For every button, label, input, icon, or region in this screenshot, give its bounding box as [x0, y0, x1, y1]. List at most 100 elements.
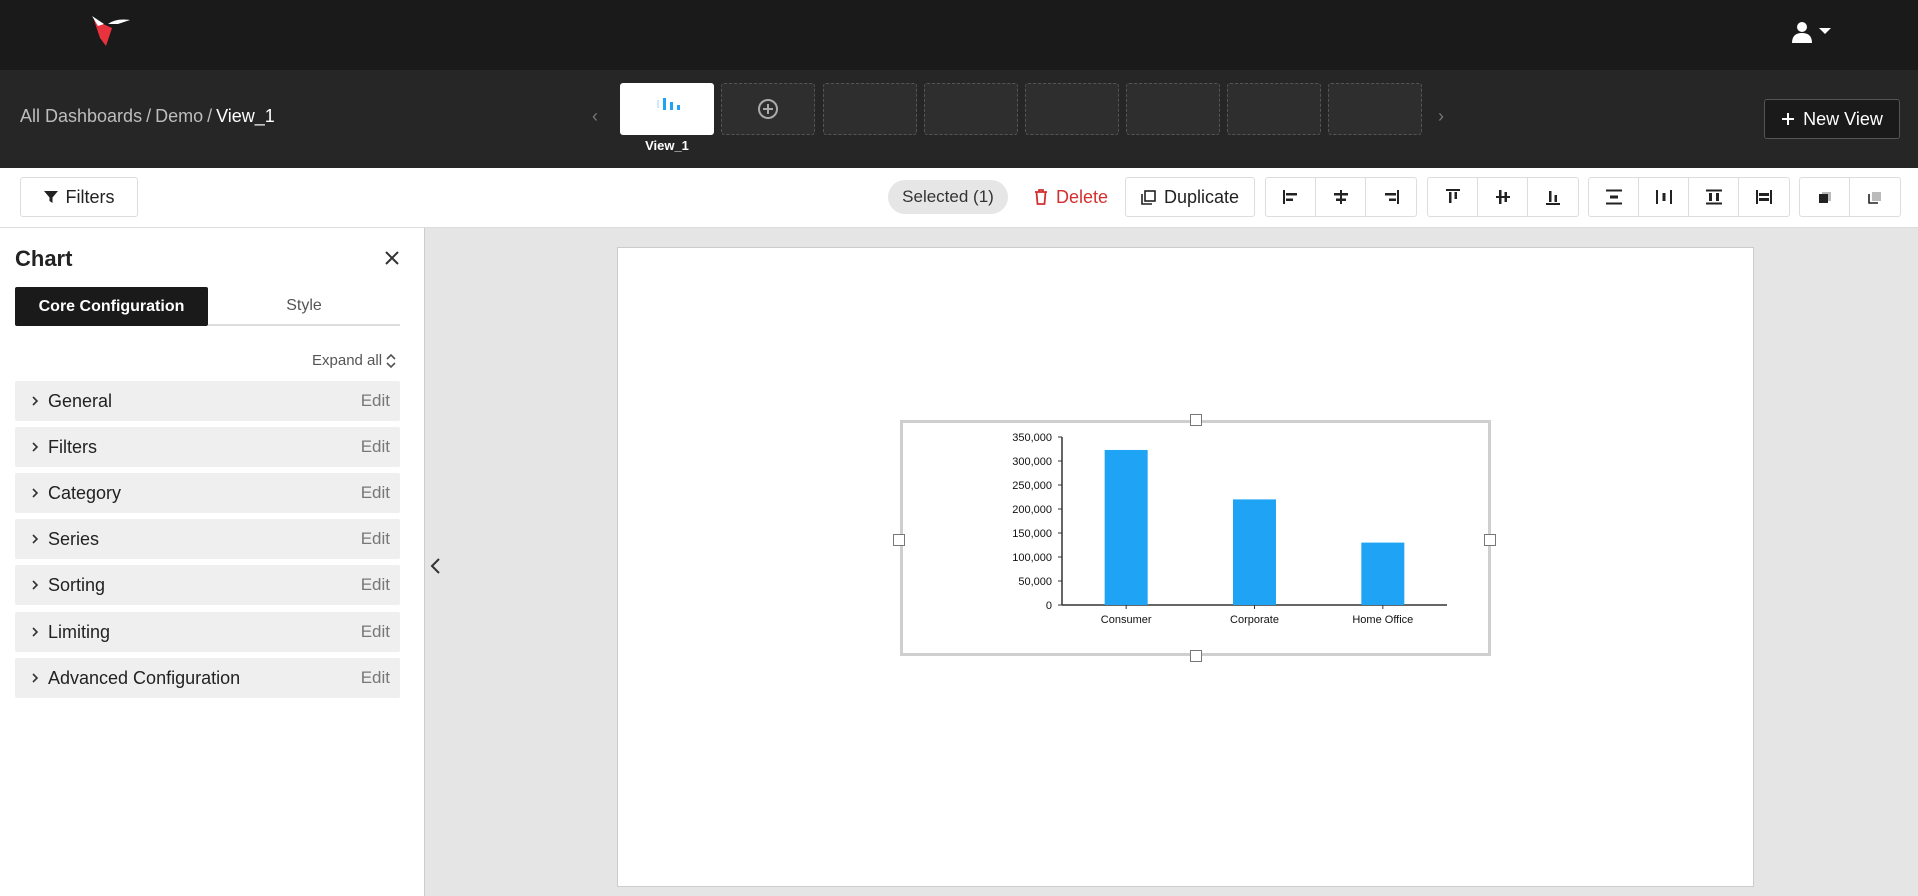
- match-height-button[interactable]: [1689, 178, 1739, 216]
- expand-collapse-icon: [386, 353, 396, 368]
- collapse-panel-icon[interactable]: [427, 556, 445, 576]
- section-limiting[interactable]: Limiting Edit: [15, 612, 400, 652]
- filters-label: Filters: [65, 186, 115, 207]
- empty-view-slot[interactable]: [1227, 83, 1321, 135]
- bar: [1104, 449, 1148, 605]
- breadcrumb-separator: /: [146, 106, 152, 126]
- section-name: Advanced Configuration: [48, 667, 241, 688]
- user-menu[interactable]: [1790, 18, 1838, 44]
- section-edit-link[interactable]: Edit: [361, 483, 390, 503]
- chevron-right-icon: [32, 627, 39, 637]
- align-center-icon: [1333, 190, 1348, 204]
- view-bar: All Dashboards / Demo / View_1 ‹ View_1 › Ne…: [0, 70, 1918, 168]
- tab-style[interactable]: Style: [208, 287, 400, 326]
- y-tick-label: 200,000: [1012, 504, 1052, 516]
- bar-chart: 0 50,000 100,000 150,000 200,000 250,000 300,0…: [1012, 432, 1447, 626]
- close-icon[interactable]: [382, 248, 402, 268]
- section-edit-link[interactable]: Edit: [361, 391, 390, 411]
- distribute-vertical-button[interactable]: [1589, 178, 1639, 216]
- section-edit-link[interactable]: Edit: [361, 668, 390, 688]
- empty-view-slot[interactable]: [924, 83, 1018, 135]
- section-edit-link[interactable]: Edit: [361, 529, 390, 549]
- y-tick-label: 50,000: [1018, 576, 1052, 588]
- resize-handle-left[interactable]: [893, 534, 905, 546]
- align-middle-button[interactable]: [1478, 178, 1528, 216]
- bar: [1233, 499, 1276, 605]
- section-advanced-configuration[interactable]: Advanced Configuration Edit: [15, 658, 400, 698]
- copy-icon: [1141, 189, 1156, 205]
- section-sorting[interactable]: Sorting Edit: [15, 565, 400, 605]
- plus-icon: [1782, 113, 1795, 125]
- x-tick-label: Consumer: [1101, 614, 1152, 626]
- section-edit-link[interactable]: Edit: [361, 575, 390, 595]
- new-view-button[interactable]: New View: [1764, 99, 1900, 139]
- filter-icon: [43, 191, 58, 203]
- distribute-horizontal-button[interactable]: [1639, 178, 1689, 216]
- view-thumb-view-1[interactable]: [620, 83, 714, 135]
- breadcrumb: All Dashboards / Demo / View_1: [20, 106, 275, 127]
- section-filters[interactable]: Filters Edit: [15, 427, 400, 467]
- expand-all-button[interactable]: Expand all: [312, 352, 396, 369]
- duplicate-button[interactable]: Duplicate: [1125, 177, 1255, 217]
- resize-handle-top[interactable]: [1190, 414, 1202, 426]
- section-edit-link[interactable]: Edit: [361, 437, 390, 457]
- distribute-horizontal-icon: [1655, 190, 1672, 204]
- y-tick-label: 350,000: [1012, 432, 1052, 444]
- y-tick-label: 100,000: [1012, 552, 1052, 564]
- align-top-icon: [1445, 189, 1460, 203]
- bring-to-front-button[interactable]: [1800, 178, 1850, 216]
- tab-core-configuration[interactable]: Core Configuration: [15, 287, 208, 326]
- section-name: Sorting: [48, 574, 106, 595]
- panel-title: Chart: [15, 246, 73, 271]
- match-height-icon: [1705, 189, 1722, 205]
- align-left-button[interactable]: [1266, 178, 1316, 216]
- empty-view-slot[interactable]: [1126, 83, 1220, 135]
- y-tick-label: 150,000: [1012, 528, 1052, 540]
- chevron-right-icon[interactable]: ›: [1438, 106, 1444, 127]
- trash-icon: [1034, 189, 1047, 205]
- align-left-icon: [1282, 190, 1297, 204]
- section-category[interactable]: Category Edit: [15, 473, 400, 513]
- edit-toolbar: Filters Selected (1) Delete Duplicate: [0, 168, 1918, 228]
- layer-order-group: [1799, 177, 1901, 217]
- view-thumb-label: View_1: [645, 138, 689, 153]
- filters-button[interactable]: Filters: [20, 177, 138, 217]
- match-width-icon: [1756, 190, 1772, 204]
- align-right-button[interactable]: [1366, 178, 1416, 216]
- section-edit-link[interactable]: Edit: [361, 622, 390, 642]
- section-name: Filters: [48, 436, 97, 457]
- delete-button[interactable]: Delete: [1026, 177, 1116, 217]
- expand-all-label: Expand all: [312, 352, 383, 369]
- chart-config-panel: Chart Core Configuration Style Expand al…: [0, 228, 425, 896]
- match-width-button[interactable]: [1739, 178, 1789, 216]
- align-right-icon: [1385, 190, 1399, 204]
- align-center-button[interactable]: [1316, 178, 1366, 216]
- caret-down-icon: [1819, 28, 1831, 34]
- mini-bar-chart-icon: [657, 98, 680, 110]
- section-general[interactable]: General Edit: [15, 381, 400, 421]
- bar: [1361, 542, 1405, 605]
- resize-handle-right[interactable]: [1484, 534, 1496, 546]
- empty-view-slot[interactable]: [1025, 83, 1119, 135]
- add-view-slot[interactable]: [721, 83, 815, 135]
- empty-view-slot[interactable]: [1328, 83, 1422, 135]
- empty-view-slot[interactable]: [823, 83, 917, 135]
- hummingbird-logo-icon[interactable]: [90, 14, 132, 48]
- send-to-back-icon: [1868, 192, 1881, 204]
- align-top-button[interactable]: [1428, 178, 1478, 216]
- resize-handle-bottom[interactable]: [1190, 650, 1202, 662]
- section-name: Series: [48, 528, 100, 549]
- chevron-right-icon: [32, 673, 39, 683]
- chevron-right-icon: [32, 488, 39, 498]
- breadcrumb-demo[interactable]: Demo: [155, 106, 203, 126]
- align-bottom-icon: [1546, 191, 1560, 205]
- section-name: General: [48, 390, 113, 411]
- section-series[interactable]: Series Edit: [15, 519, 400, 559]
- send-to-back-button[interactable]: [1850, 178, 1900, 216]
- chevron-left-icon[interactable]: ‹: [592, 106, 598, 127]
- align-bottom-button[interactable]: [1528, 178, 1578, 216]
- y-tick-label: 0: [1046, 600, 1052, 612]
- chart-widget[interactable]: 0 50,000 100,000 150,000 200,000 250,000 300,0…: [900, 420, 1491, 656]
- horizontal-align-group: [1265, 177, 1417, 217]
- breadcrumb-all-dashboards[interactable]: All Dashboards: [20, 106, 142, 126]
